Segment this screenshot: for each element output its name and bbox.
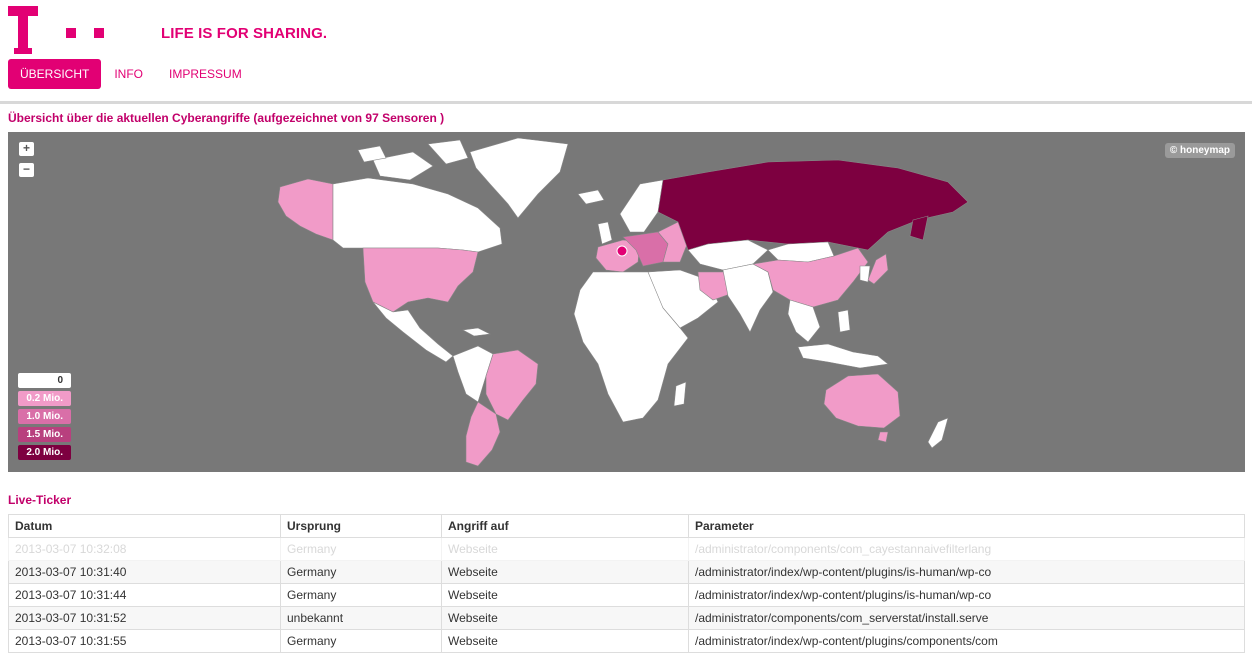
logo-dot — [94, 28, 104, 38]
table-row: 2013-03-07 10:31:44 Germany Webseite /ad… — [8, 583, 1245, 607]
honeymap-attribution[interactable]: © honeymap — [1164, 143, 1235, 158]
cell-datum: 2013-03-07 10:31:40 — [8, 560, 281, 584]
legend-item: 1.0 Mio. — [18, 409, 71, 424]
map-title: Übersicht über die aktuellen Cyberangrif… — [8, 111, 445, 125]
map-legend: 0 0.2 Mio. 1.0 Mio. 1.5 Mio. 2.0 Mio. — [18, 373, 71, 463]
cell-parameter: /administrator/components/com_serverstat… — [688, 606, 1245, 630]
nav-info[interactable]: INFO — [101, 59, 156, 89]
attack-map[interactable]: + − © honeymap 0 0.2 Mio. 1.0 Mio. 1.5 M… — [8, 132, 1245, 472]
table-row: 2013-03-07 10:31:55 Germany Webseite /ad… — [8, 629, 1245, 653]
cell-angriff: Webseite — [441, 560, 689, 584]
header-divider — [0, 101, 1252, 104]
cell-datum: 2013-03-07 10:32:08 — [8, 537, 281, 561]
live-ticker-table: Datum Ursprung Angriff auf Parameter 201… — [8, 514, 1245, 653]
cell-ursprung: Germany — [280, 583, 442, 607]
column-header-datum[interactable]: Datum — [8, 514, 281, 538]
column-header-ursprung[interactable]: Ursprung — [280, 514, 442, 538]
cell-ursprung: Germany — [280, 537, 442, 561]
cell-datum: 2013-03-07 10:31:55 — [8, 629, 281, 653]
cell-parameter: /administrator/index/wp-content/plugins/… — [688, 560, 1245, 584]
cell-datum: 2013-03-07 10:31:44 — [8, 583, 281, 607]
cell-angriff: Webseite — [441, 537, 689, 561]
zoom-out-button[interactable]: − — [19, 163, 34, 177]
cell-angriff: Webseite — [441, 629, 689, 653]
cell-angriff: Webseite — [441, 583, 689, 607]
slogan: LIFE IS FOR SHARING. — [161, 25, 328, 42]
world-map — [277, 137, 969, 467]
legend-item: 0 — [18, 373, 71, 388]
cell-parameter: /administrator/index/wp-content/plugins/… — [688, 629, 1245, 653]
ticker-title: Live-Ticker — [8, 493, 72, 507]
logo-dot — [66, 28, 76, 38]
table-row: 2013-03-07 10:31:52 unbekannt Webseite /… — [8, 606, 1245, 630]
zoom-in-button[interactable]: + — [19, 142, 34, 156]
nav-uebersicht[interactable]: ÜBERSICHT — [8, 59, 102, 89]
table-row: 2013-03-07 10:31:40 Germany Webseite /ad… — [8, 560, 1245, 584]
legend-item: 1.5 Mio. — [18, 427, 71, 442]
cell-ursprung: unbekannt — [280, 606, 442, 630]
column-header-parameter[interactable]: Parameter — [688, 514, 1245, 538]
main-nav: ÜBERSICHT INFO IMPRESSUM — [8, 59, 255, 89]
nav-impressum[interactable]: IMPRESSUM — [156, 59, 255, 89]
legend-item: 2.0 Mio. — [18, 445, 71, 460]
header: LIFE IS FOR SHARING. ÜBERSICHT INFO IMPR… — [0, 0, 1252, 100]
legend-item: 0.2 Mio. — [18, 391, 71, 406]
column-header-angriff[interactable]: Angriff auf — [441, 514, 689, 538]
telekom-logo[interactable] — [8, 6, 38, 54]
cell-parameter: /administrator/index/wp-content/plugins/… — [688, 583, 1245, 607]
cell-ursprung: Germany — [280, 560, 442, 584]
cell-parameter: /administrator/components/com_cayestanna… — [688, 537, 1245, 561]
cell-datum: 2013-03-07 10:31:52 — [8, 606, 281, 630]
cell-angriff: Webseite — [441, 606, 689, 630]
cell-ursprung: Germany — [280, 629, 442, 653]
table-row: 2013-03-07 10:32:08 Germany Webseite /ad… — [8, 537, 1245, 561]
table-header-row: Datum Ursprung Angriff auf Parameter — [8, 514, 1245, 538]
